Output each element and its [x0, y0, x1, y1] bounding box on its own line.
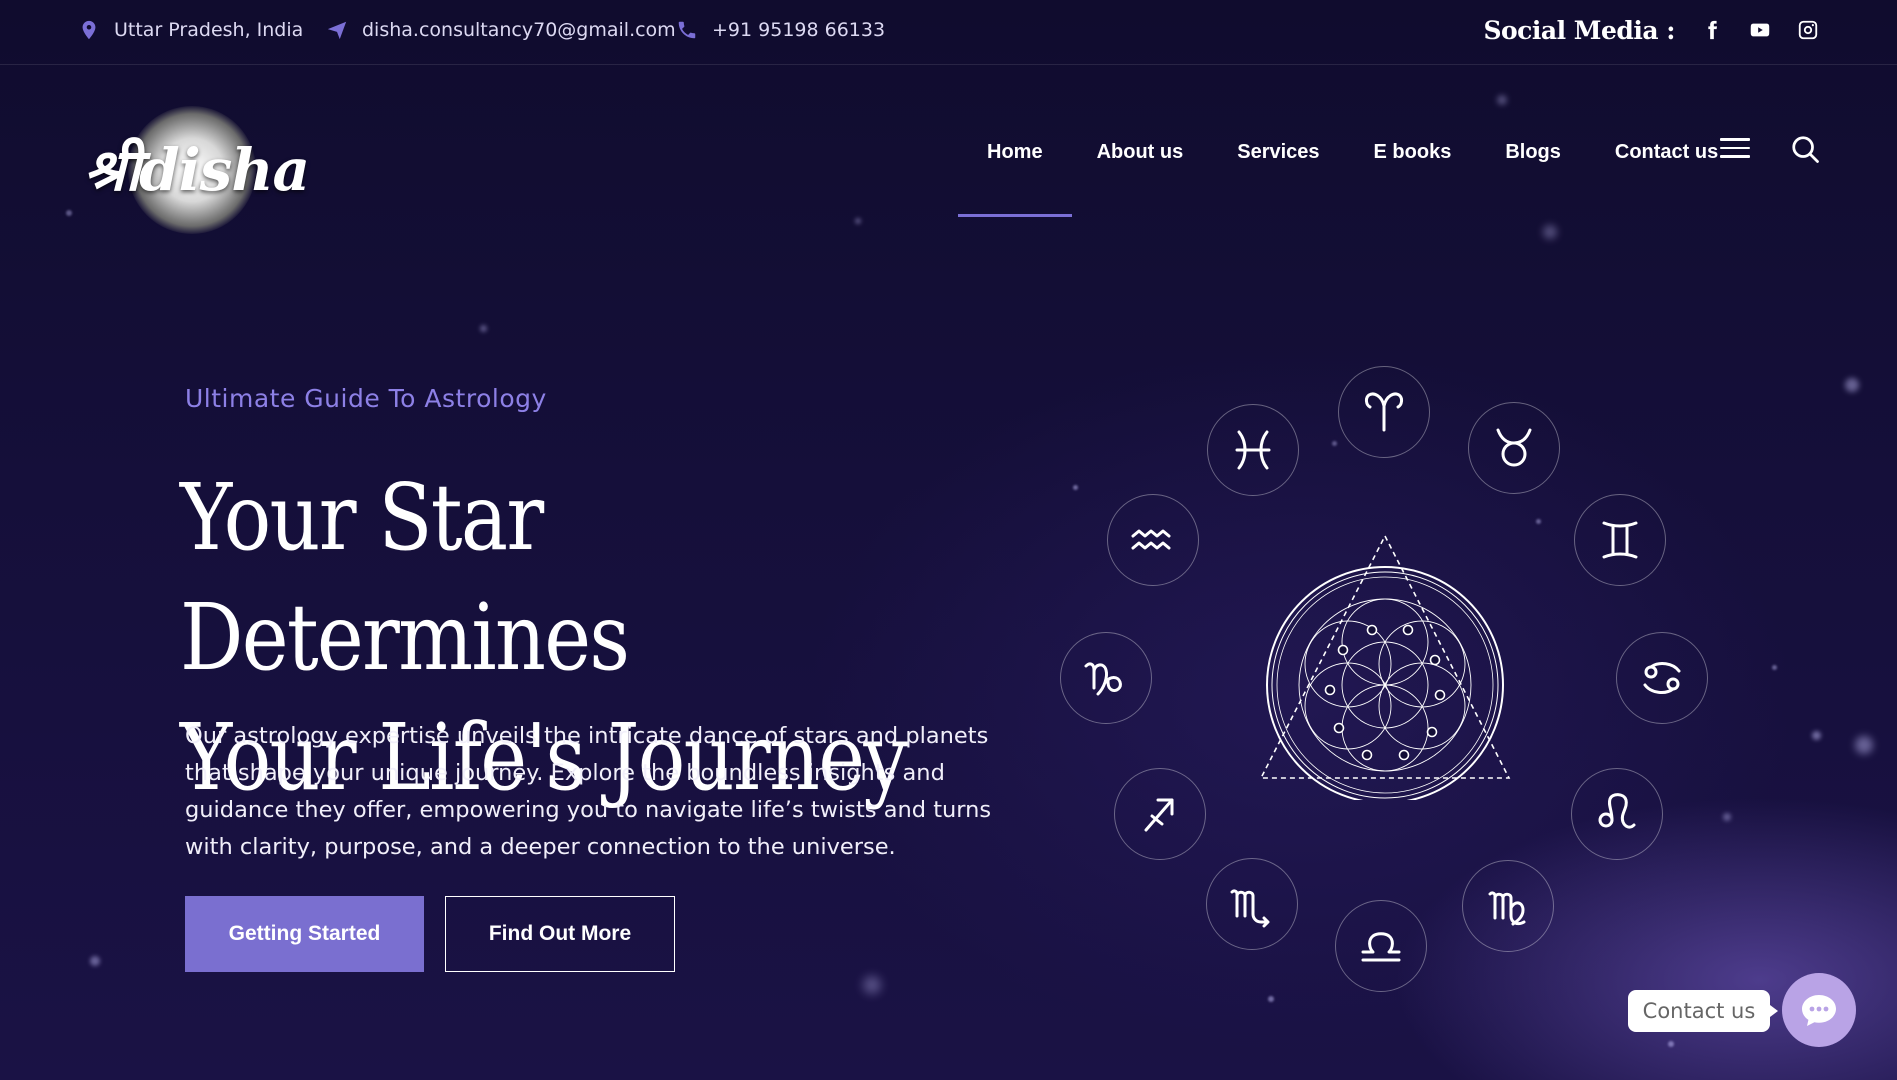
cancer-icon [1643, 662, 1681, 694]
chat-button[interactable] [1782, 973, 1856, 1047]
youtube-icon[interactable] [1749, 19, 1771, 41]
map-pin-icon [82, 20, 96, 40]
instagram-icon[interactable] [1797, 19, 1819, 41]
main-nav: Home About us Services E books Blogs Con… [958, 128, 1745, 217]
pisces-icon [1235, 430, 1271, 470]
find-out-more-button[interactable]: Find Out More [445, 896, 675, 972]
nav-about-us[interactable]: About us [1070, 128, 1211, 176]
logo-text: श्रीdisha [84, 136, 310, 204]
search-icon[interactable] [1790, 134, 1820, 164]
email-info[interactable]: disha.consultancy70@gmail.com [326, 0, 676, 60]
nav-services[interactable]: Services [1210, 128, 1346, 176]
phone-info[interactable]: +91 95198 66133 [676, 0, 885, 60]
libra-sign[interactable] [1335, 900, 1427, 992]
capricorn-icon [1084, 662, 1122, 696]
location-text: Uttar Pradesh, India [114, 19, 304, 41]
hero-description: Our astrology expertise unveils the intr… [185, 723, 992, 860]
nav-blogs[interactable]: Blogs [1478, 128, 1588, 176]
libra-icon [1361, 932, 1401, 962]
gemini-sign[interactable] [1574, 494, 1666, 586]
send-icon [327, 21, 347, 40]
aquarius-icon [1131, 529, 1171, 550]
social-media: Social Media : [1483, 0, 1819, 60]
pisces-sign[interactable] [1207, 404, 1299, 496]
virgo-sign[interactable] [1462, 860, 1554, 952]
capricorn-sign[interactable] [1060, 632, 1152, 724]
aries-sign[interactable] [1338, 366, 1430, 458]
aquarius-sign[interactable] [1107, 494, 1199, 586]
hero-eyebrow: Ultimate Guide To Astrology [185, 384, 547, 413]
email-link[interactable]: disha.consultancy70@gmail.com [362, 19, 676, 41]
hero-headline-line-1: Your Star Determines [180, 464, 630, 691]
virgo-icon [1488, 891, 1526, 926]
site-logo[interactable]: श्रीdisha [84, 100, 310, 240]
chat-label[interactable]: Contact us [1628, 990, 1778, 1032]
hamburger-menu-icon[interactable] [1720, 138, 1750, 162]
top-bar: Uttar Pradesh, India disha.consultancy70… [0, 0, 1897, 65]
facebook-icon[interactable] [1701, 19, 1723, 41]
sagittarius-sign[interactable] [1114, 768, 1206, 860]
leo-sign[interactable] [1571, 768, 1663, 860]
astrology-mandala-icon [1259, 534, 1511, 800]
taurus-icon [1496, 428, 1532, 467]
scorpio-sign[interactable] [1206, 858, 1298, 950]
leo-icon [1598, 793, 1636, 829]
zodiac-wheel [1050, 360, 1750, 1000]
social-media-label: Social Media : [1483, 15, 1675, 45]
taurus-sign[interactable] [1468, 402, 1560, 494]
sagittarius-icon [1144, 798, 1174, 832]
phone-link[interactable]: +91 95198 66133 [712, 19, 885, 41]
chat-bubble-icon [1802, 995, 1836, 1026]
getting-started-button[interactable]: Getting Started [185, 896, 424, 972]
phone-icon [678, 21, 696, 39]
nav-e-books[interactable]: E books [1347, 128, 1479, 176]
nav-home[interactable]: Home [958, 128, 1072, 217]
cancer-sign[interactable] [1616, 632, 1708, 724]
scorpio-icon [1230, 889, 1270, 928]
aries-icon [1365, 392, 1403, 432]
gemini-icon [1602, 521, 1638, 559]
location-info: Uttar Pradesh, India [78, 0, 303, 60]
